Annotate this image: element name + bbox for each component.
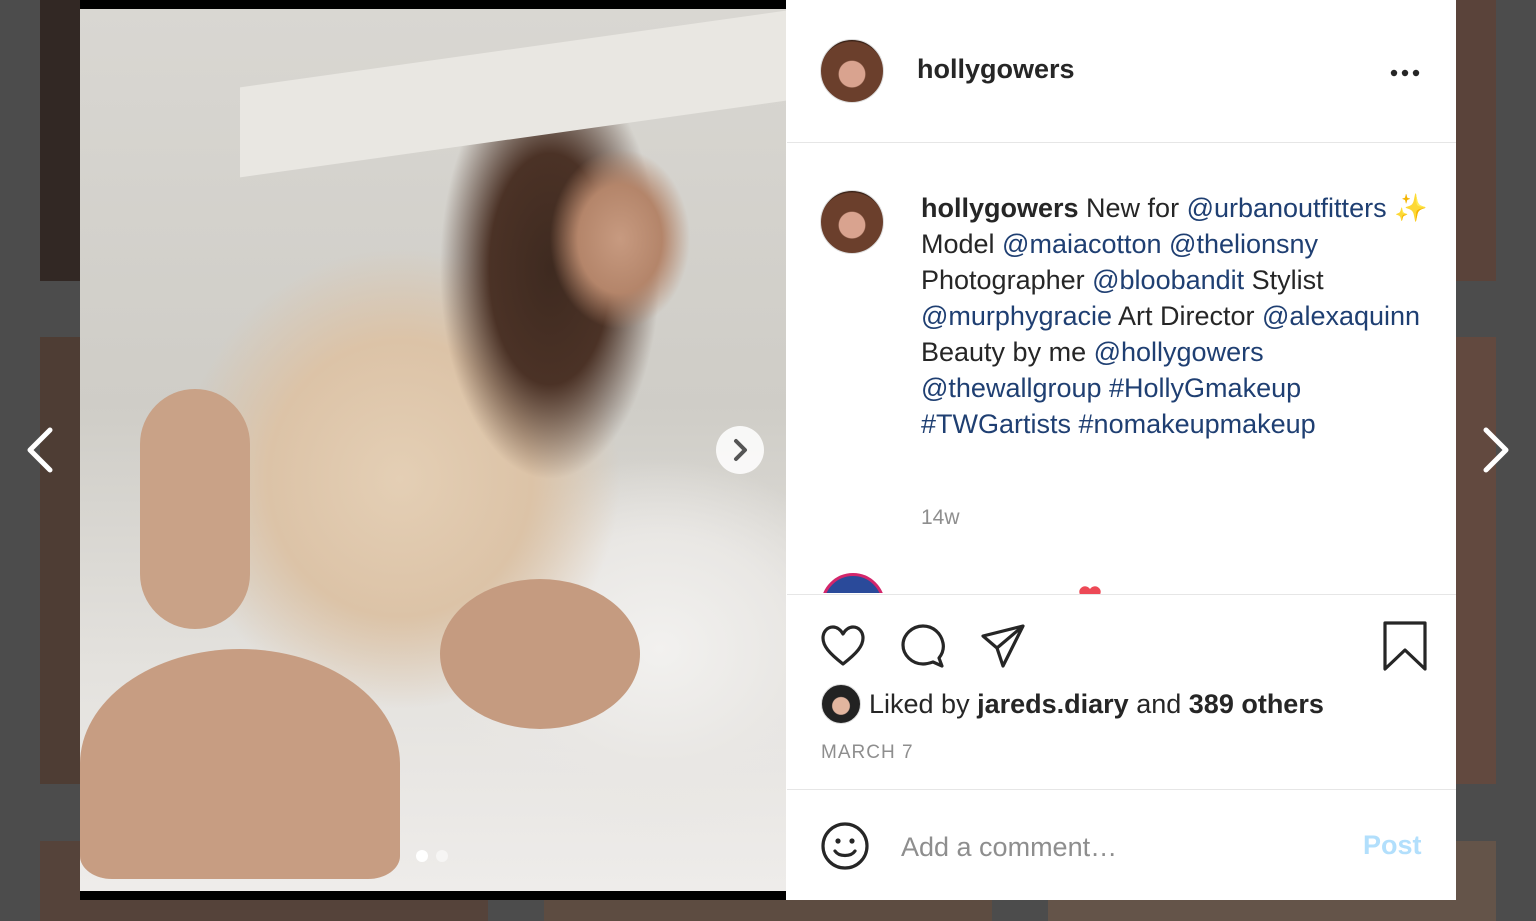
caption-text: Photographer xyxy=(921,265,1093,295)
chevron-right-icon xyxy=(1483,427,1509,473)
add-comment-bar: Post xyxy=(787,790,1456,900)
more-options-button[interactable] xyxy=(1385,58,1425,88)
previous-post-button[interactable] xyxy=(20,425,60,475)
caption-text: Art Director xyxy=(1111,301,1263,331)
share-button[interactable] xyxy=(977,620,1029,672)
post-media xyxy=(80,0,786,900)
send-icon xyxy=(981,624,1025,668)
carousel-next-button[interactable] xyxy=(716,426,764,474)
caption-text xyxy=(1102,373,1110,403)
caption-age[interactable]: 14w xyxy=(921,506,960,530)
caption-text: Stylist xyxy=(1244,265,1324,295)
mention-link[interactable]: @hollygowers xyxy=(1094,337,1264,367)
like-button[interactable] xyxy=(817,620,869,672)
liker-avatar[interactable] xyxy=(821,684,861,724)
mention-link[interactable]: @maiacotton xyxy=(1002,229,1161,259)
caption-text: New for xyxy=(1078,193,1187,223)
post-modal: hollygowers hollygowers New for @urbanou… xyxy=(80,0,1456,900)
caption-text xyxy=(1071,409,1079,439)
comment-icon xyxy=(901,624,945,668)
carousel-dot xyxy=(416,850,428,862)
photo-shape xyxy=(80,649,400,879)
comment-input[interactable] xyxy=(899,820,1323,874)
emoji-icon xyxy=(821,822,869,870)
next-post-button[interactable] xyxy=(1476,425,1516,475)
divider xyxy=(787,142,1456,143)
photo-shape xyxy=(140,389,250,629)
hashtag-link[interactable]: #HollyGmakeup xyxy=(1109,373,1301,403)
likes-joiner: and xyxy=(1136,688,1182,719)
comment-button[interactable] xyxy=(897,620,949,672)
post-side-panel: hollygowers hollygowers New for @urbanou… xyxy=(787,0,1456,900)
heart-icon xyxy=(821,625,865,666)
mention-link[interactable]: @bloobandit xyxy=(1092,265,1244,295)
carousel-dot xyxy=(436,850,448,862)
caption-text xyxy=(1162,229,1170,259)
caption-avatar[interactable] xyxy=(820,190,884,254)
post-date[interactable]: MARCH 7 xyxy=(821,742,914,764)
mention-link[interactable]: @alexaquinn xyxy=(1262,301,1420,331)
photo-shape xyxy=(440,579,640,729)
chevron-right-icon xyxy=(734,439,747,461)
chevron-left-icon xyxy=(27,427,53,473)
mention-link[interactable]: @thelionsny xyxy=(1169,229,1318,259)
hashtag-link[interactable]: #TWGartists xyxy=(921,409,1071,439)
comment-avatar-peek xyxy=(821,573,885,593)
caption-username[interactable]: hollygowers xyxy=(921,193,1079,223)
post-caption: hollygowers New for @urbanoutfitters ✨ M… xyxy=(921,190,1431,442)
likes-summary: Liked by jareds.diary and 389 others xyxy=(821,684,1324,724)
first-liker-link[interactable]: jareds.diary xyxy=(977,689,1129,720)
save-button[interactable] xyxy=(1379,620,1431,672)
author-username[interactable]: hollygowers xyxy=(917,54,1075,85)
emoji-button[interactable] xyxy=(819,820,871,872)
mention-link[interactable]: @murphygracie xyxy=(921,301,1112,331)
carousel-indicator xyxy=(416,850,448,862)
post-photo[interactable] xyxy=(80,9,786,891)
likes-prefix: Liked by xyxy=(869,688,970,719)
caption-text: Beauty by me xyxy=(921,337,1094,367)
mention-link[interactable]: @thewallgroup xyxy=(921,373,1102,403)
mention-link[interactable]: @urbanoutfitters xyxy=(1187,193,1387,223)
hashtag-link[interactable]: #nomakeupmakeup xyxy=(1079,409,1316,439)
divider xyxy=(787,594,1456,595)
headboard xyxy=(240,10,786,178)
likes-others-link[interactable]: 389 others xyxy=(1189,689,1324,720)
bookmark-icon xyxy=(1383,621,1427,671)
more-horizontal-icon xyxy=(1390,69,1420,77)
post-comment-button[interactable]: Post xyxy=(1363,830,1422,861)
author-avatar[interactable] xyxy=(820,39,884,103)
